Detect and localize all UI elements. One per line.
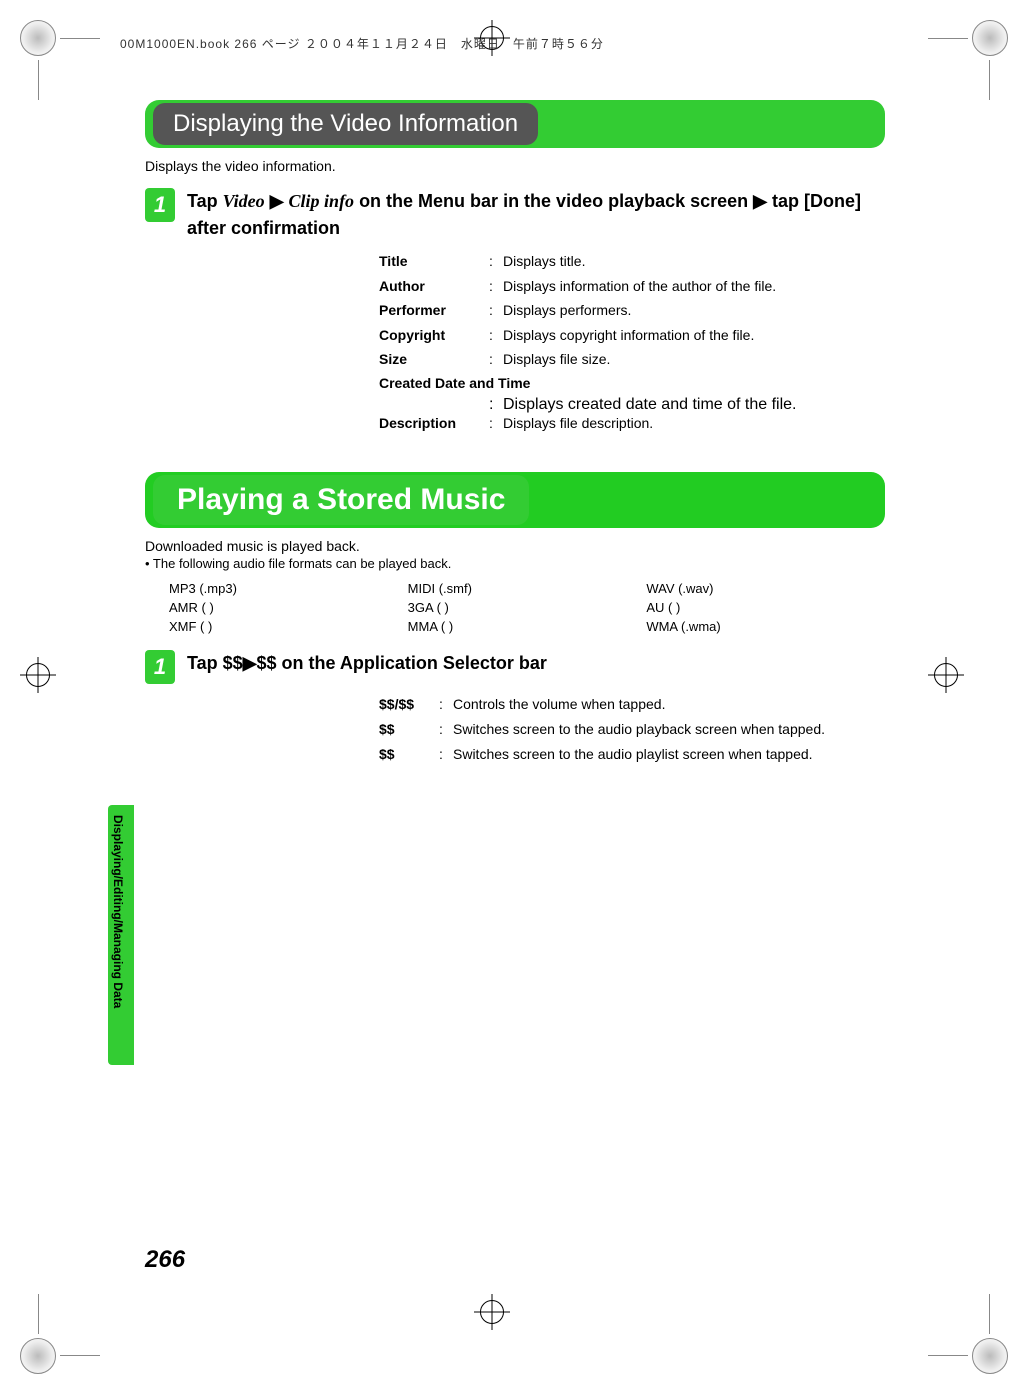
crop-mark-bl <box>20 1294 100 1374</box>
field-created-desc: :Displays created date and time of the f… <box>489 396 885 414</box>
section1-step1: 1 Tap Video ▶ Clip info on the Menu bar … <box>145 188 885 242</box>
section-header-music: Playing a Stored Music <box>145 472 885 528</box>
field-title: Title:Displays title. <box>379 252 885 272</box>
section-title: Displaying the Video Information <box>153 103 538 145</box>
format-cell: XMF ( ) <box>169 619 408 634</box>
section1-intro: Displays the video information. <box>145 158 885 174</box>
section2-info: $$/$$:Controls the volume when tapped. $… <box>189 694 885 884</box>
field-size: Size:Displays file size. <box>379 350 885 370</box>
section2-step1: 1 Tap $$▶$$ on the Application Selector … <box>145 650 885 684</box>
format-cell: MP3 (.mp3) <box>169 581 408 596</box>
page-content: Displaying the Video Information Display… <box>145 100 885 884</box>
page-number: 266 <box>145 1246 185 1274</box>
step-text: Tap Video ▶ Clip info on the Menu bar in… <box>187 188 885 242</box>
format-cell: WAV (.wav) <box>646 581 885 596</box>
field-author: Author:Displays information of the autho… <box>379 277 885 297</box>
screenshot-placeholder <box>189 252 359 442</box>
format-cell: 3GA ( ) <box>408 600 647 615</box>
side-tab-label: Displaying/Editing/Managing Data <box>111 815 125 1008</box>
format-cell: MIDI (.smf) <box>408 581 647 596</box>
control-playback: $$:Switches screen to the audio playback… <box>379 719 885 740</box>
crop-mark-br <box>928 1294 1008 1374</box>
step-text: Tap $$▶$$ on the Application Selector ba… <box>187 650 885 684</box>
crop-mark-ml <box>20 657 100 737</box>
screenshot-placeholder <box>189 694 359 884</box>
step-number: 1 <box>145 188 175 222</box>
crop-mark-tl <box>20 20 100 100</box>
crop-mark-mb <box>474 1294 554 1374</box>
field-list: Title:Displays title. Author:Displays in… <box>379 252 885 442</box>
field-created-label: Created Date and Time <box>379 375 885 391</box>
format-cell: MMA ( ) <box>408 619 647 634</box>
format-grid: MP3 (.mp3) MIDI (.smf) WAV (.wav) AMR ( … <box>169 581 885 634</box>
crop-mark-tr <box>928 20 1008 100</box>
format-cell: WMA (.wma) <box>646 619 885 634</box>
field-performer: Performer:Displays performers. <box>379 301 885 321</box>
field-copyright: Copyright:Displays copyright information… <box>379 326 885 346</box>
format-cell: AU ( ) <box>646 600 885 615</box>
crop-mark-mr <box>928 657 1008 737</box>
crop-mark-mt <box>474 20 554 100</box>
control-volume: $$/$$:Controls the volume when tapped. <box>379 694 885 715</box>
section2-bullet: • The following audio file formats can b… <box>145 556 885 571</box>
section-header-video-info: Displaying the Video Information <box>145 100 885 148</box>
controls-list: $$/$$:Controls the volume when tapped. $… <box>379 694 885 884</box>
section2-intro: Downloaded music is played back. <box>145 538 885 554</box>
section1-info: Title:Displays title. Author:Displays in… <box>189 252 885 442</box>
format-cell: AMR ( ) <box>169 600 408 615</box>
field-description: Description:Displays file description. <box>379 414 885 434</box>
control-playlist: $$:Switches screen to the audio playlist… <box>379 744 885 765</box>
section-title-music: Playing a Stored Music <box>153 475 529 525</box>
print-header: 00M1000EN.book 266 ページ ２００４年１１月２４日 水曜日 午… <box>120 35 604 52</box>
step-number: 1 <box>145 650 175 684</box>
